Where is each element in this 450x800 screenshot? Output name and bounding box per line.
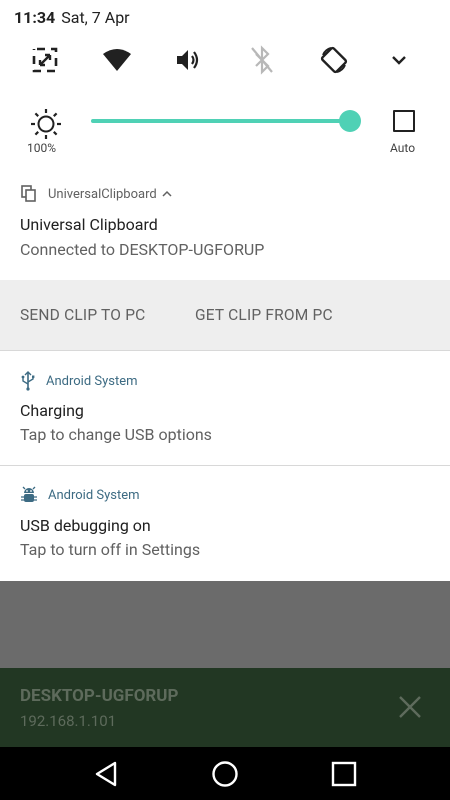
bluetooth-off-icon[interactable] bbox=[240, 40, 284, 80]
notification-header: Android System bbox=[20, 486, 140, 504]
notification-charging[interactable]: Android System Charging Tap to change US… bbox=[0, 351, 450, 465]
auto-brightness-label: Auto bbox=[390, 141, 416, 155]
usb-icon bbox=[21, 371, 35, 391]
notification-header: UniversalClipboard bbox=[20, 185, 172, 203]
notification-app-name: Android System bbox=[48, 487, 140, 503]
banner-title: DESKTOP-UGFORUP bbox=[20, 686, 179, 706]
home-icon[interactable] bbox=[210, 759, 240, 789]
volume-icon[interactable] bbox=[167, 40, 211, 80]
notification-text: Connected to DESKTOP-UGFORUP bbox=[20, 240, 265, 259]
auto-brightness-checkbox[interactable] bbox=[393, 110, 415, 132]
notification-text: Tap to change USB options bbox=[20, 425, 212, 444]
notification-title: USB debugging on bbox=[20, 516, 151, 535]
screen-cast-icon[interactable] bbox=[23, 40, 67, 80]
status-date: Sat, 7 Apr bbox=[61, 8, 130, 27]
copy-icon bbox=[21, 185, 36, 202]
navigation-bar bbox=[0, 747, 450, 800]
notification-header: Android System bbox=[20, 371, 138, 391]
notification-text: Tap to turn off in Settings bbox=[20, 540, 201, 559]
notification-title: Universal Clipboard bbox=[20, 215, 158, 234]
close-icon[interactable] bbox=[395, 692, 425, 722]
brightness-icon bbox=[30, 108, 62, 144]
chevron-up-icon[interactable] bbox=[162, 190, 172, 198]
brightness-slider[interactable] bbox=[91, 110, 361, 132]
notification-title: Charging bbox=[20, 401, 84, 420]
send-clip-to-pc-button[interactable]: SEND CLIP TO PC bbox=[20, 306, 145, 324]
android-debug-icon bbox=[21, 486, 37, 502]
back-icon[interactable] bbox=[92, 759, 122, 789]
brightness-level-label: 100% bbox=[27, 141, 57, 155]
brightness-slider-thumb[interactable] bbox=[339, 110, 361, 132]
chevron-down-icon[interactable] bbox=[377, 40, 421, 80]
quick-settings-panel: 11:34 Sat, 7 Apr 100% Auto bbox=[0, 0, 450, 165]
wifi-icon[interactable] bbox=[95, 40, 139, 80]
connection-banner[interactable]: DESKTOP-UGFORUP 192.168.1.101 bbox=[0, 668, 450, 747]
notification-app-name: UniversalClipboard bbox=[48, 186, 157, 202]
quick-tiles-row bbox=[0, 40, 450, 80]
notification-universal-clipboard[interactable]: UniversalClipboard Universal Clipboard C… bbox=[0, 165, 450, 350]
notification-usb-debugging[interactable]: Android System USB debugging on Tap to t… bbox=[0, 466, 450, 581]
status-time: 11:34 bbox=[14, 8, 56, 27]
recents-icon[interactable] bbox=[329, 759, 359, 789]
notification-actions: SEND CLIP TO PC GET CLIP FROM PC bbox=[0, 280, 450, 350]
get-clip-from-pc-button[interactable]: GET CLIP FROM PC bbox=[195, 306, 333, 324]
notification-app-name: Android System bbox=[46, 373, 138, 389]
banner-subtitle: 192.168.1.101 bbox=[20, 712, 117, 730]
brightness-slider-track bbox=[91, 119, 350, 123]
auto-rotate-icon[interactable] bbox=[312, 40, 356, 80]
status-bar: 11:34 Sat, 7 Apr bbox=[14, 8, 130, 27]
